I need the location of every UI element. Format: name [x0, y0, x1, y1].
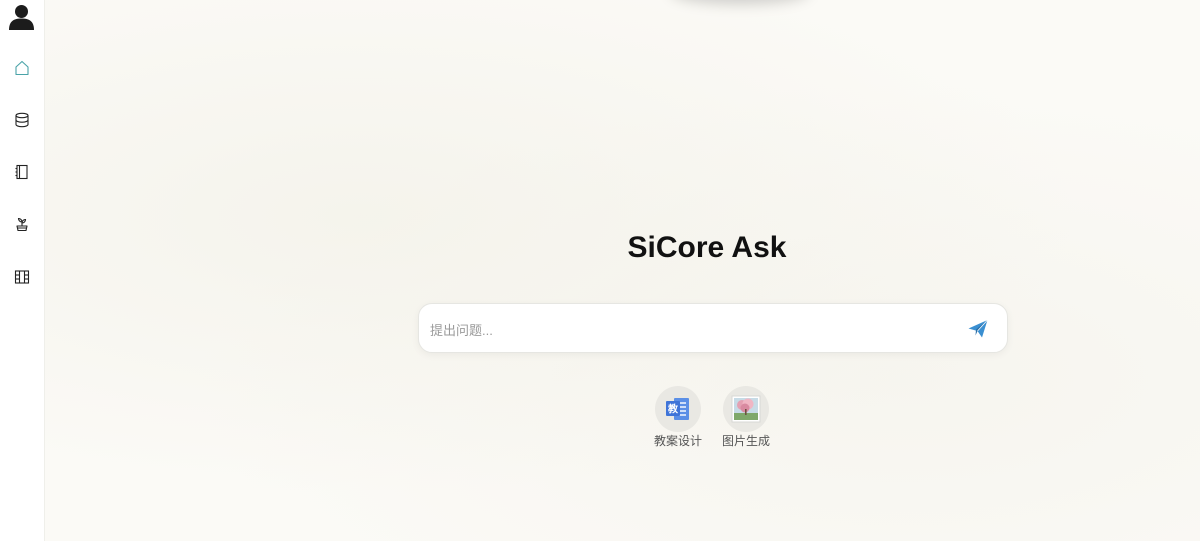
notebook-icon: [15, 164, 28, 180]
database-icon: [15, 112, 29, 128]
quick-icon-bg: 教: [655, 386, 701, 432]
sidebar: [0, 0, 45, 541]
grid-icon: [14, 270, 30, 284]
sidebar-item-home[interactable]: [10, 56, 34, 80]
sidebar-item-database[interactable]: [10, 108, 34, 132]
paper-plane-icon: [968, 319, 988, 338]
search-input[interactable]: [428, 314, 952, 346]
avatar[interactable]: [8, 3, 35, 30]
plant-icon: [16, 217, 28, 232]
user-icon: [9, 5, 34, 30]
quick-actions: 教 教案设计 图片生成: [644, 386, 784, 456]
document-icon: 教: [666, 398, 689, 420]
quick-label: 教案设计: [653, 434, 702, 448]
quick-icon-bg: [723, 386, 769, 432]
image-icon: [731, 395, 761, 423]
quick-label: 图片生成: [721, 434, 770, 448]
send-button[interactable]: [967, 318, 989, 340]
document-icon-glyph: 教: [667, 403, 679, 416]
page-title: SiCore Ask: [627, 231, 787, 264]
home-icon: [15, 60, 29, 76]
lesson-plan-button[interactable]: 教 教案设计: [644, 386, 712, 449]
search-box: [418, 303, 1008, 353]
page: SiCore Ask 教 教: [0, 0, 1200, 541]
image-generation-button[interactable]: 图片生成: [712, 386, 780, 449]
sidebar-item-plant[interactable]: [10, 212, 34, 236]
sidebar-item-notebook[interactable]: [10, 160, 34, 184]
sidebar-item-grid[interactable]: [10, 265, 34, 289]
